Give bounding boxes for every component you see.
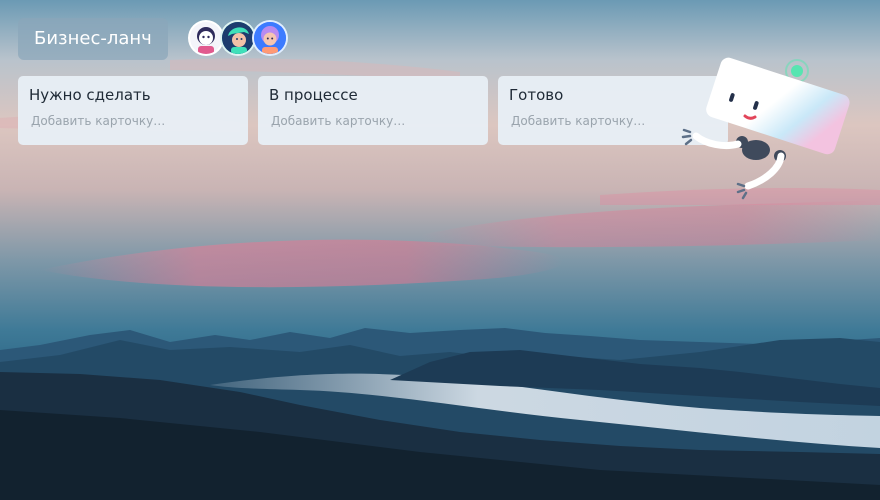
board-members: [188, 20, 298, 58]
add-card-button[interactable]: Добавить карточку…: [271, 114, 405, 128]
list-todo: Нужно сделать Добавить карточку…: [18, 76, 248, 145]
member-avatar[interactable]: [252, 20, 288, 56]
list-title[interactable]: Готово: [509, 86, 563, 104]
list-title[interactable]: Нужно сделать: [29, 86, 151, 104]
member-avatar[interactable]: [188, 20, 224, 56]
person-icon: [254, 22, 286, 54]
add-card-button[interactable]: Добавить карточку…: [31, 114, 165, 128]
list-title[interactable]: В процессе: [269, 86, 358, 104]
person-icon: [222, 22, 254, 54]
board-title-button[interactable]: Бизнес-ланч: [18, 18, 168, 60]
person-icon: [190, 22, 222, 54]
member-avatar[interactable]: [220, 20, 256, 56]
robot-mascot-icon: [681, 57, 850, 200]
add-card-button[interactable]: Добавить карточку…: [511, 114, 645, 128]
list-in-progress: В процессе Добавить карточку…: [258, 76, 488, 145]
